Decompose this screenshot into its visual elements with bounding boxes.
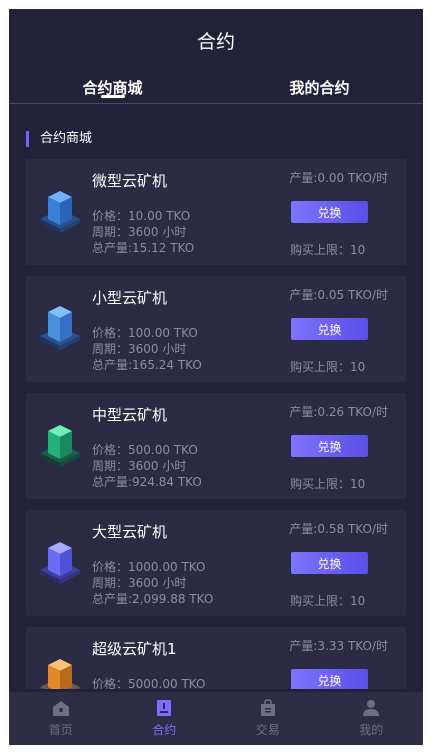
product-total-output: 总产量:2,099.88 TKO [92, 592, 214, 606]
product-name: 大型云矿机 [92, 523, 168, 541]
product-hourly-output: 产量:0.58 TKO/时 [289, 522, 388, 536]
product-hourly-output: 产量:0.00 TKO/时 [289, 171, 388, 185]
tab-my-contracts[interactable]: 我的合约 [216, 71, 423, 103]
purchase-limit: 购买上限：10 [290, 360, 366, 374]
product-card: 中型云矿机 价格：500.00 TKO 周期：3600 小时 总产量:924.8… [26, 393, 406, 499]
product-total-output: 总产量:924.84 TKO [92, 475, 202, 489]
page-header: 合约 [9, 9, 423, 71]
exchange-button[interactable]: 兑换 [291, 435, 368, 457]
server-icon [40, 425, 80, 467]
content-area: 合约商城 微型云矿机 价格：10.00 TKO 周期：3600 小时 总产量:1… [9, 104, 423, 689]
product-period: 周期：3600 小时 [92, 342, 187, 356]
product-period: 周期：3600 小时 [92, 459, 187, 473]
trade-icon [260, 699, 275, 716]
section-title: 合约商城 [26, 131, 423, 147]
product-name: 微型云矿机 [92, 172, 168, 190]
product-hourly-output: 产量:0.26 TKO/时 [289, 405, 388, 419]
purchase-limit: 购买上限：10 [290, 594, 366, 608]
exchange-button[interactable]: 兑换 [291, 669, 368, 689]
page-title: 合约 [196, 30, 235, 53]
product-period: 周期：3600 小时 [92, 225, 187, 239]
product-card: 小型云矿机 价格：100.00 TKO 周期：3600 小时 总产量:165.2… [26, 276, 406, 382]
purchase-limit: 购买上限：10 [290, 477, 366, 491]
product-name: 中型云矿机 [92, 406, 168, 424]
product-hourly-output: 产量:0.05 TKO/时 [289, 288, 388, 302]
nav-item-me[interactable]: 我的 [320, 692, 424, 745]
server-icon [40, 542, 80, 584]
product-card: 超级云矿机1 价格：5000.00 TKO 产量:3.33 TKO/时 兑换 [26, 627, 406, 689]
nav-item-trade[interactable]: 交易 [216, 692, 320, 745]
server-icon [40, 191, 80, 233]
product-price: 价格：5000.00 TKO [92, 677, 206, 689]
product-total-output: 总产量:165.24 TKO [92, 358, 202, 372]
exchange-button[interactable]: 兑换 [291, 552, 368, 574]
product-card: 大型云矿机 价格：1000.00 TKO 周期：3600 小时 总产量:2,09… [26, 510, 406, 616]
product-period: 周期：3600 小时 [92, 576, 187, 590]
nav-item-home[interactable]: 首页 [9, 692, 113, 745]
product-name: 超级云矿机1 [92, 640, 177, 658]
product-price: 价格：1000.00 TKO [92, 560, 206, 574]
server-icon [40, 306, 80, 350]
nav-label: 首页 [48, 723, 73, 737]
product-card: 微型云矿机 价格：10.00 TKO 周期：3600 小时 总产量:15.12 … [26, 159, 406, 265]
product-price: 价格：500.00 TKO [92, 443, 198, 457]
product-price: 价格：10.00 TKO [92, 209, 191, 223]
product-name: 小型云矿机 [92, 289, 168, 307]
product-hourly-output: 产量:3.33 TKO/时 [289, 639, 388, 653]
exchange-button[interactable]: 兑换 [291, 201, 368, 223]
exchange-button[interactable]: 兑换 [291, 318, 368, 340]
tab-bar: 合约商城 我的合约 [9, 71, 423, 104]
nav-label: 我的 [359, 723, 384, 737]
home-icon [52, 701, 69, 716]
server-icon [40, 659, 80, 689]
app-screen: 合约 合约商城 我的合约 合约商城 微型云矿机 价格：10.00 TKO 周期：… [9, 9, 423, 745]
product-price: 价格：100.00 TKO [92, 326, 198, 340]
bottom-nav: 首页 合约 交易 我的 [9, 692, 423, 745]
user-icon [363, 700, 380, 716]
product-total-output: 总产量:15.12 TKO [92, 241, 195, 255]
contract-icon [157, 700, 172, 716]
purchase-limit: 购买上限：10 [290, 243, 366, 257]
nav-label: 交易 [255, 723, 280, 737]
nav-item-contract[interactable]: 合约 [113, 692, 217, 745]
tab-contract-mall[interactable]: 合约商城 [9, 71, 216, 103]
tab-active-indicator [100, 95, 125, 98]
nav-label: 合约 [152, 723, 177, 737]
tab-label: 我的合约 [289, 79, 350, 97]
